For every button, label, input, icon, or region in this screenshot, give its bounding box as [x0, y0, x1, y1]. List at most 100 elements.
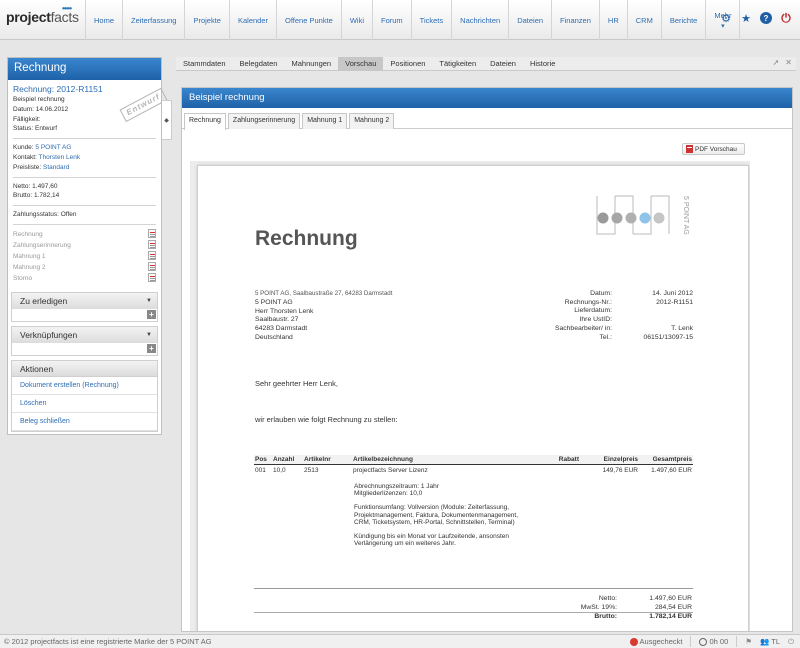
- contact-link[interactable]: Thorsten Lenk: [39, 154, 81, 161]
- pdf-icon[interactable]: [148, 261, 156, 271]
- add-link-button[interactable]: +: [147, 343, 156, 353]
- contact-line: Kontakt: Thorsten Lenk: [13, 153, 81, 161]
- document-viewport[interactable]: Rechnung 5 POINT AG 5 POINT AG, Saalbaus…: [190, 161, 750, 631]
- pdf-icon[interactable]: [148, 239, 156, 249]
- nav-projekte[interactable]: Projekte: [184, 0, 229, 40]
- tab-mahnungen[interactable]: Mahnungen: [284, 57, 338, 71]
- todo-header[interactable]: Zu erledigen ▼: [12, 292, 157, 309]
- doc-list-item[interactable]: Rechnung: [13, 228, 156, 240]
- copyright: © 2012 projectfacts ist eine registriert…: [4, 637, 212, 646]
- table-header: Pos Anzahl Artikelnr Artikelbezeichnung …: [254, 455, 693, 465]
- tab-historie[interactable]: Historie: [523, 57, 562, 71]
- subtab-rechnung[interactable]: Rechnung: [184, 113, 226, 130]
- nav-dateien[interactable]: Dateien: [508, 0, 551, 40]
- status-dot-icon: [629, 638, 638, 646]
- nav-finanzen[interactable]: Finanzen: [551, 0, 599, 40]
- nav-kalender[interactable]: Kalender: [228, 0, 276, 40]
- nav-tickets[interactable]: Tickets: [410, 0, 451, 40]
- action-create-document[interactable]: Dokument erstellen (Rechnung): [12, 377, 157, 395]
- user-menu[interactable]: 👥 TL: [760, 637, 780, 646]
- close-icon[interactable]: ✕: [785, 58, 792, 67]
- table-row: 001 10,0 2513 projectfacts Server Lizenz…: [255, 467, 692, 474]
- divider: [13, 223, 156, 225]
- recipient-address: 5 POINT AG Herr Thorsten Lenk Saalbaustr…: [255, 299, 314, 341]
- pdf-icon[interactable]: [148, 272, 156, 282]
- nav-home[interactable]: Home: [85, 0, 122, 40]
- doc-list-item[interactable]: Mahnung 1: [13, 250, 156, 262]
- star-icon[interactable]: ★: [740, 12, 752, 25]
- doc-status: Status: Entwurf: [13, 125, 58, 133]
- add-todo-button[interactable]: +: [147, 309, 156, 319]
- doc-number: Rechnung: 2012-R1151: [13, 84, 103, 94]
- tab-belegdaten[interactable]: Belegdaten: [233, 57, 285, 71]
- nav-crm[interactable]: CRM: [626, 0, 661, 40]
- notifications-icon[interactable]: ⚑: [745, 637, 752, 646]
- action-close-document[interactable]: Beleg schließen: [12, 413, 157, 431]
- logo[interactable]: projectfacts •••••: [6, 4, 79, 25]
- line-items-table: Pos Anzahl Artikelnr Artikelbezeichnung …: [254, 455, 693, 547]
- nav-berichte[interactable]: Berichte: [660, 0, 706, 40]
- record-sidebar: Rechnung Rechnung: 2012-R1151 Beispiel r…: [7, 57, 168, 435]
- invoice-meta: Datum: 14. Juni 2012 Rechnungs-Nr.: 2012-R…: [554, 290, 693, 341]
- nav-offene-punkte[interactable]: Offene Punkte: [276, 0, 341, 40]
- greeting: Sehr geehrter Herr Lenk,: [255, 379, 338, 388]
- invoice-heading: Rechnung: [255, 227, 358, 250]
- tab-taetigkeiten[interactable]: Tätigkeiten: [432, 57, 483, 71]
- sender-line: 5 POINT AG, Saalbaustraße 27, 64283 Darm…: [255, 290, 393, 297]
- subtab-mahnung-1[interactable]: Mahnung 1: [302, 113, 348, 129]
- nav-hr[interactable]: HR: [598, 0, 627, 40]
- pdf-icon[interactable]: [148, 228, 156, 238]
- pdf-icon[interactable]: [148, 250, 156, 260]
- links-section: Verknüpfungen ▼ +: [11, 325, 158, 356]
- subtab-mahnung-2[interactable]: Mahnung 2: [349, 113, 395, 129]
- intro-text: wir erlauben wie folgt Rechnung zu stell…: [255, 415, 398, 424]
- checkout-status[interactable]: Ausgecheckt: [629, 637, 682, 646]
- subtab-zahlungserinnerung[interactable]: Zahlungserinnerung: [227, 113, 301, 129]
- gross-amount: Brutto: 1.782,14: [13, 192, 60, 200]
- links-header[interactable]: Verknüpfungen ▼: [12, 326, 157, 343]
- preview-title: Beispiel rechnung: [182, 88, 792, 108]
- nav-forum[interactable]: Forum: [372, 0, 411, 40]
- totals: Netto: 1.497,60 EUR MwSt. 19%: 284,54 EUR …: [254, 588, 693, 622]
- pricelist-line: Preisliste: Standard: [13, 163, 70, 171]
- time-tracker[interactable]: 0h 00: [699, 637, 728, 646]
- logo-dots: •••••: [62, 4, 72, 13]
- doc-list-item[interactable]: Zahlungserinnerung: [13, 239, 156, 251]
- pdf-preview-button[interactable]: PDF Vorschau: [682, 143, 745, 155]
- customer-line: Kunde: 5 POINT AG: [13, 144, 72, 152]
- nav-wiki[interactable]: Wiki: [340, 0, 372, 40]
- tab-vorschau[interactable]: Vorschau: [338, 57, 384, 71]
- divider: [13, 176, 156, 178]
- nav-zeiterfassung[interactable]: Zeiterfassung: [122, 0, 184, 40]
- main-menu: Home Zeiterfassung Projekte Kalender Off…: [85, 0, 741, 40]
- doc-list-item[interactable]: Storno: [13, 272, 156, 284]
- chevron-down-icon: ▼: [146, 297, 152, 304]
- pdf-icon: [686, 145, 693, 153]
- power-icon[interactable]: ⏻: [780, 11, 792, 25]
- gear-icon[interactable]: ⚙: [720, 12, 732, 25]
- chevron-down-icon: ▼: [146, 331, 152, 338]
- document-subtabs: Rechnung Zahlungserinnerung Mahnung 1 Ma…: [182, 108, 792, 130]
- tab-stammdaten[interactable]: Stammdaten: [176, 57, 233, 71]
- divider: [13, 205, 156, 207]
- net-amount: Netto: 1.497,60: [13, 182, 58, 190]
- power-icon[interactable]: ⏻: [788, 637, 794, 647]
- actions-header: Aktionen: [12, 360, 157, 377]
- brand-text: 5 POINT AG: [682, 196, 689, 235]
- invoice-page: Rechnung 5 POINT AG 5 POINT AG, Saalbaus…: [197, 165, 749, 631]
- customer-link[interactable]: 5 POINT AG: [35, 144, 71, 151]
- doc-list-item[interactable]: Mahnung 2: [13, 261, 156, 273]
- pricelist-link[interactable]: Standard: [43, 164, 69, 171]
- collapse-sidebar-handle[interactable]: ◆: [162, 100, 172, 140]
- tab-positionen[interactable]: Positionen: [383, 57, 432, 71]
- top-icons: ⚙ ★ ? ⏻: [720, 11, 792, 25]
- action-delete[interactable]: Löschen: [12, 395, 157, 413]
- status-bar: © 2012 projectfacts ist eine registriert…: [0, 634, 800, 648]
- tab-dateien[interactable]: Dateien: [483, 57, 523, 71]
- item-description: Abrechnungszeitraum: 1 Jahr Mitgliederli…: [354, 483, 519, 548]
- clock-icon: [699, 638, 708, 646]
- help-icon[interactable]: ?: [760, 12, 772, 24]
- nav-nachrichten[interactable]: Nachrichten: [451, 0, 508, 40]
- pin-icon[interactable]: ➚: [773, 58, 780, 67]
- company-logo: 5 POINT AG: [596, 195, 689, 235]
